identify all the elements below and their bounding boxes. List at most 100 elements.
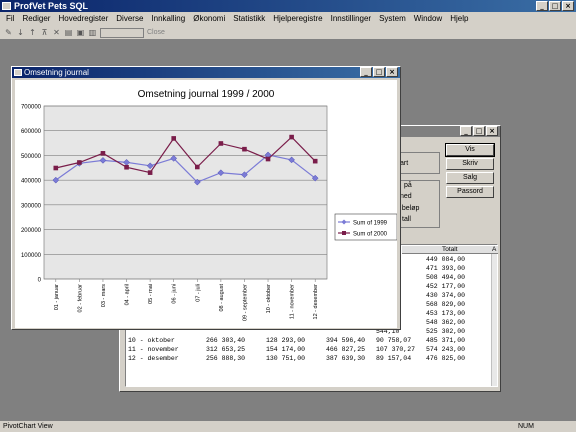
table-cell-total: 508 494,00	[426, 274, 466, 281]
object-combo[interactable]	[100, 27, 144, 38]
delete-icon[interactable]: ✕	[52, 28, 61, 37]
maximize-button[interactable]: □	[549, 1, 561, 11]
grid-scrollbar[interactable]	[491, 254, 497, 386]
data-point-2	[289, 134, 294, 140]
table-cell-total: 449 084,00	[426, 256, 466, 263]
data-point-2	[265, 156, 271, 162]
print-icon[interactable]: ▣	[76, 28, 85, 37]
menu-window[interactable]: Window	[410, 12, 446, 26]
app-title-bar: ProfVet Pets SQL _ □ ×	[0, 0, 576, 12]
close-button[interactable]: ×	[562, 1, 574, 11]
app-title: ProfVet Pets SQL	[14, 1, 89, 11]
menu-statistikk[interactable]: Statistikk	[229, 12, 269, 26]
table-cell-c3: 387 639,30	[326, 355, 366, 362]
design-view-icon[interactable]: ✎	[4, 28, 13, 37]
chart-title: Omsetning journal 1999 / 2000	[138, 89, 275, 100]
num-lock-indicator: NUM	[518, 423, 534, 430]
data-point-2	[124, 164, 129, 170]
database-window-icon[interactable]: ▥	[88, 28, 97, 37]
option-ned-fragment: ned	[400, 193, 412, 200]
x-tick-label: 08 - august	[219, 284, 225, 312]
table-cell-month: 12 - desember	[128, 355, 179, 362]
table-cell-c3: 394 596,40	[326, 337, 366, 344]
toolbar: ✎ ↓ ↑ ⊼ ✕ ▤ ▣ ▥ Close	[0, 26, 576, 40]
plot-area	[43, 105, 328, 280]
x-tick-label: 12 - desember	[313, 284, 319, 320]
x-tick-label: 03 - mars	[101, 284, 107, 307]
y-tick-label: 600000	[21, 129, 42, 135]
passord-button[interactable]: Passord	[446, 186, 494, 198]
chart-window-title: Omsetning journal	[24, 68, 89, 77]
report-maximize-button[interactable]: □	[473, 126, 485, 136]
menu-hovedregister[interactable]: Hovedregister	[54, 12, 112, 26]
chart-minimize-button[interactable]: _	[360, 67, 372, 77]
table-cell-total: 574 243,00	[426, 346, 466, 353]
menu-hjelp[interactable]: Hjelp	[446, 12, 472, 26]
table-row[interactable]: 10 - oktober 266 303,40 128 293,00 394 596,…	[126, 336, 498, 345]
data-point-2	[242, 146, 247, 152]
data-point-2	[218, 141, 224, 146]
table-row[interactable]: 11 - november 312 653,25 154 174,00 466 827…	[126, 345, 498, 354]
x-tick-label: 01 - januar	[54, 284, 60, 310]
vis-button[interactable]: Vis	[445, 143, 495, 157]
grid-header-totalt: Totalt	[442, 246, 458, 253]
legend-marker-2	[342, 231, 346, 235]
menu-hjelperegistre[interactable]: Hjelperegistre	[269, 12, 326, 26]
data-point-2	[77, 160, 82, 165]
data-point-2	[100, 151, 106, 156]
table-cell-c2: 154 174,00	[266, 346, 306, 353]
menu-system[interactable]: System	[375, 12, 410, 26]
table-cell-total: 430 374,00	[426, 292, 466, 299]
option-belop-fragment: t beløp	[398, 205, 420, 212]
sort-descending-icon[interactable]: ↑	[28, 28, 37, 37]
report-close-button[interactable]: ×	[486, 126, 498, 136]
options-label-fragment: på	[404, 182, 412, 189]
properties-icon[interactable]: ▤	[64, 28, 73, 37]
status-text: PivotChart View	[3, 423, 53, 430]
y-tick-label: 500000	[21, 154, 42, 160]
table-cell-c1: 266 303,40	[206, 337, 246, 344]
app-icon	[2, 2, 11, 10]
menu-innstillinger[interactable]: Innstillinger	[327, 12, 375, 26]
table-cell-total: 548 362,00	[426, 319, 466, 326]
skriv-button[interactable]: Skriv	[446, 158, 494, 170]
filter-icon[interactable]: ⊼	[40, 28, 49, 37]
data-point-2	[194, 164, 200, 170]
menu-fil[interactable]: Fil	[2, 12, 18, 26]
menu-rediger[interactable]: Rediger	[18, 12, 54, 26]
form-button-column: Vis Skriv Salg Passord	[445, 143, 495, 200]
table-cell-c4: 90 758,07	[376, 337, 412, 344]
x-tick-label: 09 - september	[242, 284, 248, 321]
start-label-fragment: art	[400, 160, 409, 167]
menu-bar: Fil Rediger Hovedregister Diverse Innkal…	[0, 12, 576, 26]
table-cell-c3: 466 827,25	[326, 346, 366, 353]
report-minimize-button[interactable]: _	[460, 126, 472, 136]
status-bar: PivotChart View NUM	[0, 421, 576, 432]
y-tick-label: 400000	[21, 179, 42, 185]
chart-close-button[interactable]: ×	[386, 67, 398, 77]
mdi-workspace: _ □ × art på ned t beløp tall Vis Skriv …	[0, 41, 576, 421]
table-cell-total: 453 173,00	[426, 310, 466, 317]
table-row[interactable]: 12 - desember 256 888,30 130 751,00 387 639…	[126, 354, 498, 363]
menu-okonomi[interactable]: Økonomi	[189, 12, 229, 26]
table-cell-total: 568 829,00	[426, 301, 466, 308]
salg-button[interactable]: Salg	[446, 172, 494, 184]
menu-innkalling[interactable]: Innkalling	[147, 12, 189, 26]
table-cell-total: 525 302,00	[426, 328, 466, 335]
table-cell-c1: 256 888,30	[206, 355, 246, 362]
sort-ascending-icon[interactable]: ↓	[16, 28, 25, 37]
x-tick-label: 07 - juli	[195, 284, 201, 302]
menu-diverse[interactable]: Diverse	[112, 12, 147, 26]
x-tick-label: 04 - april	[125, 284, 131, 305]
toolbar-close-button[interactable]: Close	[147, 29, 165, 36]
legend-label: Sum of 1999	[353, 221, 388, 227]
y-tick-label: 0	[38, 278, 42, 284]
y-tick-label: 300000	[21, 203, 42, 209]
data-point-2	[312, 158, 318, 164]
minimize-button[interactable]: _	[536, 1, 548, 11]
table-cell-c4: 89 157,04	[376, 355, 412, 362]
y-tick-label: 700000	[21, 105, 42, 111]
legend-label: Sum of 2000	[353, 232, 388, 238]
table-cell-month: 11 - november	[128, 346, 179, 353]
chart-maximize-button[interactable]: □	[373, 67, 385, 77]
